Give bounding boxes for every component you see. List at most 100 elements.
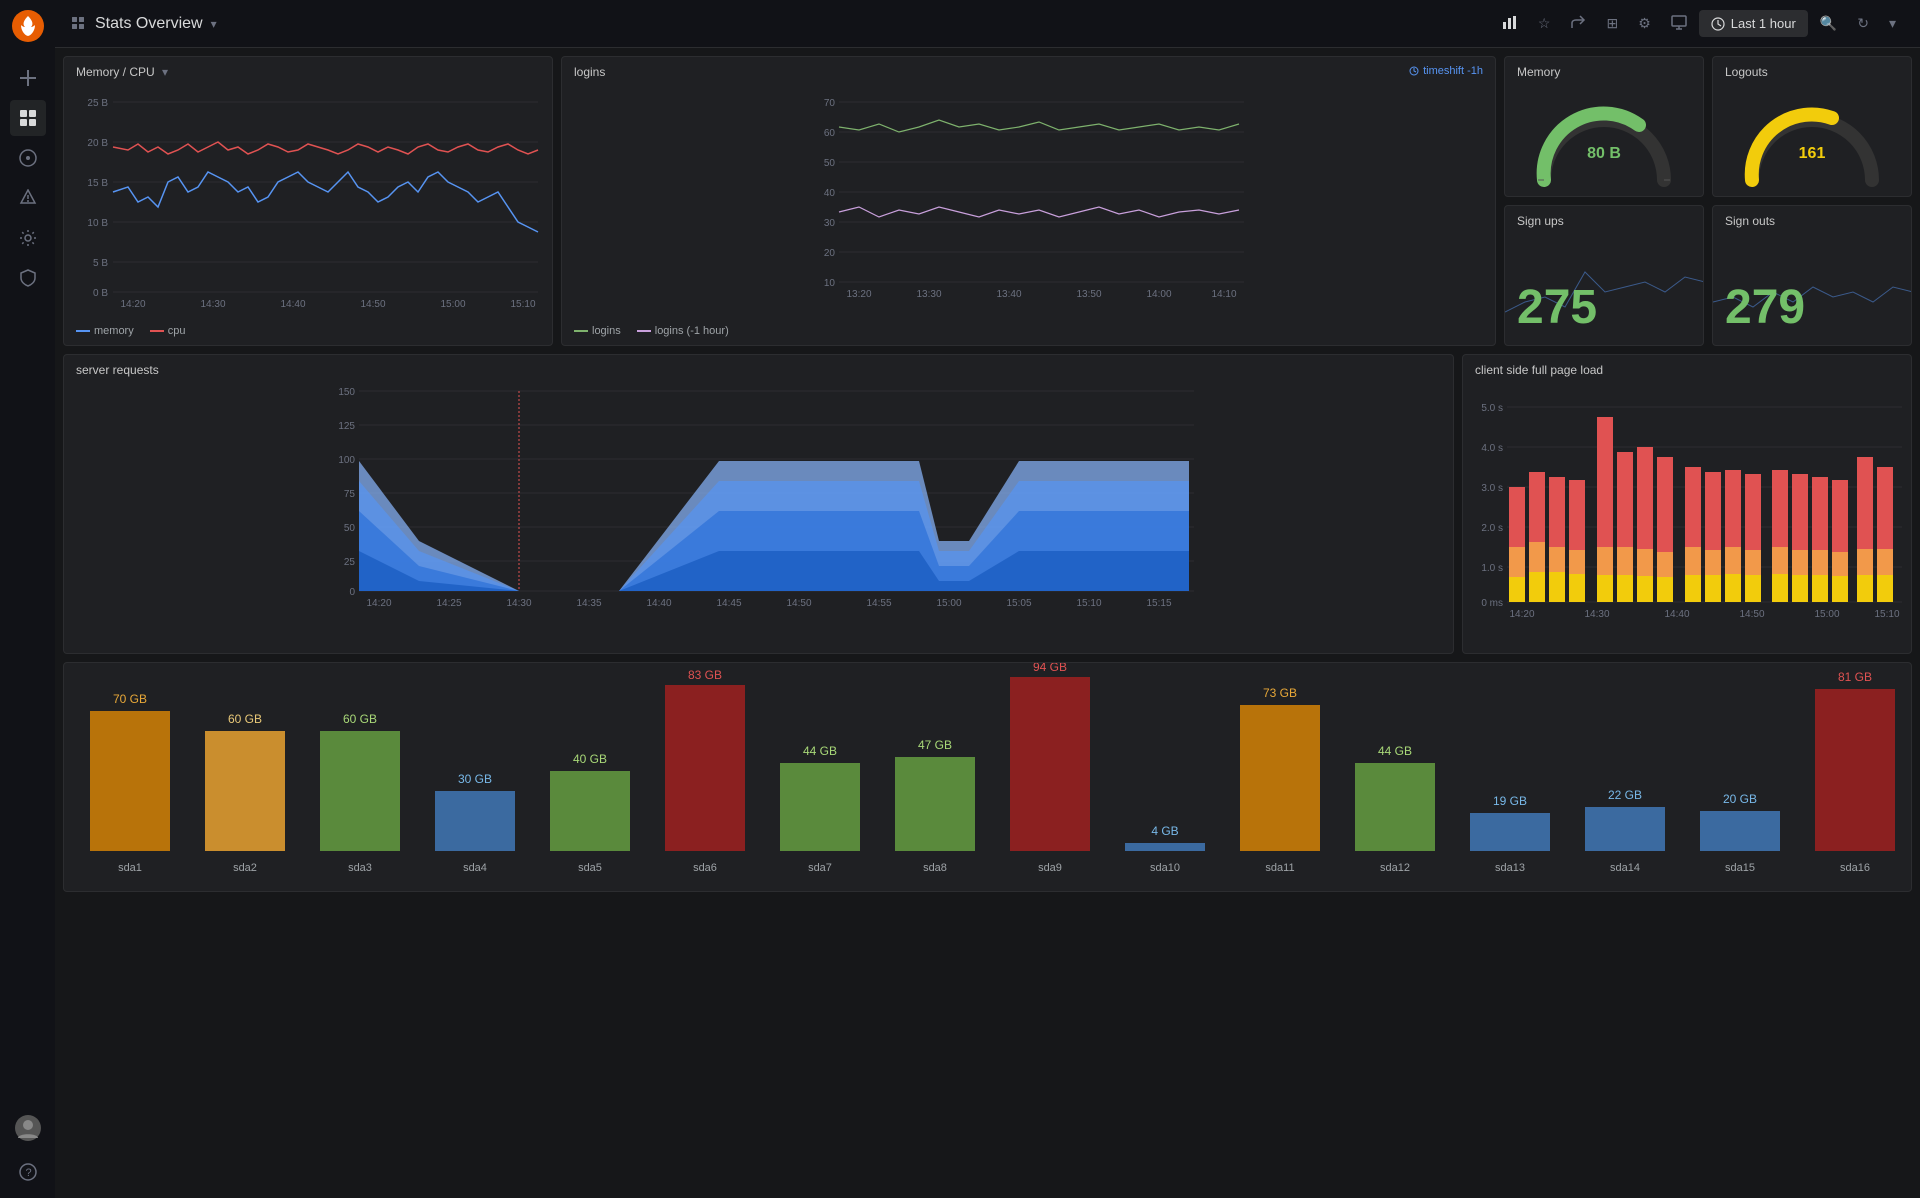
svg-text:161: 161 <box>1799 145 1826 162</box>
sidebar-shield-icon[interactable] <box>10 260 46 296</box>
svg-text:0 B: 0 B <box>93 288 108 299</box>
bar-sda7 <box>780 763 860 851</box>
sign-ups-content: 275 <box>1505 232 1703 345</box>
svg-text:4 GB: 4 GB <box>1151 824 1178 838</box>
sidebar-dashboard-icon[interactable] <box>10 100 46 136</box>
svg-text:60: 60 <box>823 128 835 139</box>
svg-text:15:00: 15:00 <box>440 299 465 310</box>
sidebar-user-avatar[interactable] <box>10 1110 46 1146</box>
svg-text:60 GB: 60 GB <box>228 712 262 726</box>
sidebar-settings-icon[interactable] <box>10 220 46 256</box>
legend-memory: memory <box>76 325 134 337</box>
bar-sda12 <box>1355 763 1435 851</box>
logins-title: logins <box>562 57 1495 83</box>
svg-text:14:00: 14:00 <box>1146 289 1171 300</box>
svg-text:5 B: 5 B <box>93 258 108 269</box>
server-requests-panel: server requests 150 125 100 <box>63 354 1454 654</box>
svg-text:70 GB: 70 GB <box>113 692 147 706</box>
svg-text:sda5: sda5 <box>578 862 602 874</box>
sidebar-compass-icon[interactable] <box>10 140 46 176</box>
star-button[interactable]: ☆ <box>1530 9 1559 38</box>
timeshift-badge: timeshift -1h <box>1409 65 1483 77</box>
svg-text:14:10: 14:10 <box>1211 289 1236 300</box>
disk-panel: 70 GB sda1 60 GB sda2 60 GB sda3 30 GB <box>63 662 1912 892</box>
logouts-panel: Logouts 161 <box>1712 56 1912 197</box>
monitor-button[interactable] <box>1663 8 1695 39</box>
svg-text:15:10: 15:10 <box>1076 598 1101 609</box>
row-3: 70 GB sda1 60 GB sda2 60 GB sda3 30 GB <box>63 662 1912 892</box>
chart-type-button[interactable] <box>1494 8 1526 39</box>
svg-text:50: 50 <box>343 523 355 534</box>
logouts-gauge-wrap: 161 <box>1713 83 1911 196</box>
bar-sda10 <box>1125 843 1205 851</box>
svg-text:14:40: 14:40 <box>646 598 671 609</box>
logins-panel: logins timeshift -1h 70 60 <box>561 56 1496 346</box>
title-dropdown-arrow[interactable]: ▾ <box>211 17 217 31</box>
sidebar-help-icon[interactable]: ? <box>10 1154 46 1190</box>
svg-text:25: 25 <box>343 557 355 568</box>
sign-ups-value: 275 <box>1517 280 1597 335</box>
bar-sda13 <box>1470 813 1550 851</box>
time-range-button[interactable]: Last 1 hour <box>1699 10 1808 37</box>
svg-text:2.0 s: 2.0 s <box>1481 523 1503 534</box>
search-button[interactable]: 🔍 <box>1812 9 1845 38</box>
settings-button[interactable]: ⚙ <box>1630 9 1659 38</box>
sidebar-alert-icon[interactable] <box>10 180 46 216</box>
dashboard: Memory / CPU ▾ 25 B 20 B <box>55 48 1920 1198</box>
svg-text:14:50: 14:50 <box>786 598 811 609</box>
view-button[interactable]: ⊞ <box>1598 9 1626 38</box>
svg-text:30: 30 <box>823 218 835 229</box>
memory-panel: Memory 80 B <box>1504 56 1704 197</box>
svg-text:14:40: 14:40 <box>1664 609 1689 620</box>
memory-cpu-chart: 25 B 20 B 15 B 10 B 5 B 0 B 25% 20% 15% … <box>64 83 552 321</box>
svg-text:50: 50 <box>823 158 835 169</box>
grid-icon <box>71 16 87 32</box>
svg-text:73 GB: 73 GB <box>1263 686 1297 700</box>
share-button[interactable] <box>1562 8 1594 39</box>
topbar-left: Stats Overview ▾ <box>71 15 217 33</box>
svg-text:14:20: 14:20 <box>120 299 145 310</box>
svg-text:3.0 s: 3.0 s <box>1481 483 1503 494</box>
memory-cpu-svg: 25 B 20 B 15 B 10 B 5 B 0 B 25% 20% 15% … <box>73 92 543 312</box>
svg-text:20 B: 20 B <box>87 138 108 149</box>
refresh-dropdown-button[interactable]: ▾ <box>1881 9 1904 38</box>
svg-text:75: 75 <box>343 489 355 500</box>
main-content: Stats Overview ▾ ☆ ⊞ ⚙ Last 1 hour 🔍 ↻ ▾ <box>55 0 1920 1198</box>
svg-text:sda7: sda7 <box>808 862 832 874</box>
svg-text:13:30: 13:30 <box>916 289 941 300</box>
svg-text:14:30: 14:30 <box>506 598 531 609</box>
svg-text:sda2: sda2 <box>233 862 257 874</box>
bar-sda2 <box>205 731 285 851</box>
svg-text:60 GB: 60 GB <box>343 712 377 726</box>
app-logo[interactable] <box>10 8 46 44</box>
svg-text:22 GB: 22 GB <box>1608 788 1642 802</box>
svg-text:44 GB: 44 GB <box>803 744 837 758</box>
svg-text:sda16: sda16 <box>1840 862 1870 874</box>
server-requests-title: server requests <box>64 355 1453 381</box>
svg-text:30 GB: 30 GB <box>458 772 492 786</box>
bar-sda4 <box>435 791 515 851</box>
legend-cpu: cpu <box>150 325 186 337</box>
sidebar-add-icon[interactable] <box>10 60 46 96</box>
bar-group-1 <box>1509 417 1893 602</box>
disk-chart: 70 GB sda1 60 GB sda2 60 GB sda3 30 GB <box>64 663 1911 891</box>
col-right-bottom: Logouts 161 Sign outs <box>1712 56 1912 346</box>
server-requests-svg: 150 125 100 75 50 25 0 14:20 14:25 14:30… <box>319 381 1199 631</box>
svg-text:sda3: sda3 <box>348 862 372 874</box>
svg-text:10: 10 <box>823 278 835 289</box>
svg-text:13:40: 13:40 <box>996 289 1021 300</box>
svg-text:sda4: sda4 <box>463 862 487 874</box>
svg-text:sda14: sda14 <box>1610 862 1640 874</box>
memory-gauge-wrap: 80 B <box>1505 83 1703 196</box>
sidebar: ? <box>0 0 55 1198</box>
svg-text:sda10: sda10 <box>1150 862 1180 874</box>
refresh-button[interactable]: ↻ <box>1849 9 1877 38</box>
svg-text:14:20: 14:20 <box>366 598 391 609</box>
memory-gauge-svg: 80 B <box>1524 90 1684 190</box>
memory-cpu-title: Memory / CPU ▾ <box>64 57 552 83</box>
bar-sda16 <box>1815 689 1895 851</box>
svg-text:sda1: sda1 <box>118 862 142 874</box>
svg-text:81 GB: 81 GB <box>1838 670 1872 684</box>
time-range-label: Last 1 hour <box>1731 16 1796 31</box>
dropdown-arrow[interactable]: ▾ <box>162 65 168 79</box>
